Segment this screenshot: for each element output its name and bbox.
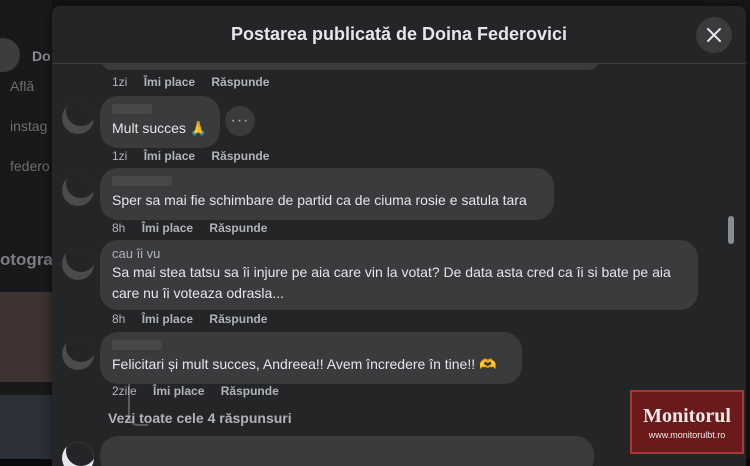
- reply-button[interactable]: Răspunde: [221, 384, 279, 398]
- like-button[interactable]: Îmi place: [144, 149, 195, 163]
- background-line: federo: [10, 158, 50, 174]
- comment-text: Sper sa mai fie schimbare de partid ca d…: [112, 192, 527, 208]
- author-name[interactable]: cau îi vu: [112, 246, 686, 261]
- avatar[interactable]: [62, 174, 94, 206]
- background-name: Do: [32, 48, 51, 64]
- background-line: instag: [10, 118, 48, 134]
- author-name-blurred[interactable]: [112, 176, 172, 186]
- background-photo: [0, 292, 52, 382]
- scrollbar[interactable]: [728, 216, 734, 244]
- comment-text: Felicitari și mult succes, Andreea!! Ave…: [112, 356, 497, 372]
- write-comment-field[interactable]: [100, 436, 594, 466]
- reply-button[interactable]: Răspunde: [209, 312, 267, 326]
- watermark-title: Monitorul: [643, 404, 731, 427]
- comment-bubble: Sper sa mai fie schimbare de partid ca d…: [100, 168, 554, 220]
- like-button[interactable]: Îmi place: [142, 221, 193, 235]
- comment-actions: 8h Îmi place Răspunde: [112, 312, 280, 326]
- reply-button[interactable]: Răspunde: [209, 221, 267, 235]
- watermark-logo: Monitorul www.monitorulbt.ro: [630, 390, 744, 454]
- comment-time[interactable]: 8h: [112, 221, 125, 235]
- view-all-replies-link[interactable]: Vezi toate cele 4 răspunsuri: [108, 410, 292, 426]
- background-heading: otogra: [0, 250, 53, 269]
- comment-time[interactable]: 1zi: [112, 75, 127, 89]
- comment-time[interactable]: 2zile: [112, 384, 137, 398]
- author-name-blurred[interactable]: [112, 104, 152, 114]
- modal-title: Postarea publicată de Doina Federovici: [230, 24, 568, 44]
- more-options-button[interactable]: ···: [225, 106, 255, 136]
- current-user-avatar[interactable]: [62, 442, 94, 466]
- watermark-url: www.monitorulbt.ro: [648, 429, 726, 440]
- comment-time[interactable]: 8h: [112, 312, 125, 326]
- comment-bubble: [100, 64, 600, 70]
- avatar[interactable]: [62, 102, 94, 134]
- comment-actions: 2zile Îmi place Răspunde: [112, 384, 292, 398]
- comment-actions: 1zi Îmi place Răspunde: [112, 149, 282, 163]
- like-button[interactable]: Îmi place: [144, 75, 195, 89]
- background-sidebar: Do Află instag federo otogra: [0, 0, 53, 459]
- comment-text: Mult succes 🙏: [112, 120, 208, 136]
- comment-bubble: cau îi vu Sa mai stea tatsu sa îi injure…: [100, 240, 698, 310]
- comment-text: Sa mai stea tatsu sa îi injure pe aia ca…: [112, 264, 671, 301]
- comment-bubble: Mult succes 🙏: [100, 96, 220, 148]
- close-button[interactable]: [696, 17, 732, 53]
- background-line: Află: [10, 78, 35, 94]
- close-icon: [707, 28, 721, 42]
- like-button[interactable]: Îmi place: [153, 384, 204, 398]
- avatar[interactable]: [62, 248, 94, 280]
- comment-bubble: Felicitari și mult succes, Andreea!! Ave…: [100, 332, 522, 384]
- background-photo: [0, 395, 52, 459]
- reply-button[interactable]: Răspunde: [211, 75, 269, 89]
- author-name-blurred[interactable]: [112, 340, 162, 350]
- reply-button[interactable]: Răspunde: [211, 149, 269, 163]
- like-button[interactable]: Îmi place: [142, 312, 193, 326]
- avatar[interactable]: [62, 338, 94, 370]
- comment-actions: 1zi Îmi place Răspunde: [112, 75, 282, 89]
- comment-actions: 8h Îmi place Răspunde: [112, 221, 280, 235]
- background-avatar: [0, 38, 20, 72]
- more-icon: ···: [230, 112, 250, 129]
- comment-time[interactable]: 1zi: [112, 149, 127, 163]
- modal-header: Postarea publicată de Doina Federovici: [52, 6, 746, 64]
